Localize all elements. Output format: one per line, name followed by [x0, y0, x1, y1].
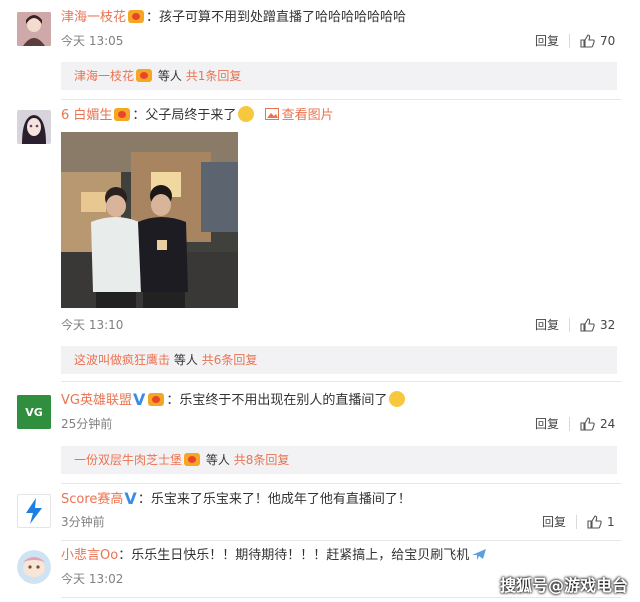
- fan-badge-icon: [128, 10, 145, 23]
- separator: [576, 515, 578, 529]
- separator: [569, 417, 571, 431]
- reply-user-link[interactable]: 津海一枝花: [74, 69, 134, 83]
- divider: [61, 540, 621, 541]
- colon: ：: [146, 10, 160, 25]
- verified-v-icon: V: [132, 390, 146, 409]
- comment-text-line: Score赛高V：乐宝来了乐宝来了！他成年了他有直播间了！: [61, 490, 411, 509]
- fan-badge-icon: [148, 393, 165, 406]
- comment-text-line: 6 白媚生 ：父子局终于来了 查看图片: [61, 106, 334, 125]
- comment-actions: 回复 70: [535, 33, 615, 49]
- reply-count-link[interactable]: 共1条回复: [186, 69, 242, 83]
- reply-button[interactable]: 回复: [535, 417, 559, 431]
- comment-actions: 回复 1: [542, 514, 615, 530]
- username-link[interactable]: 6 白媚生: [61, 108, 112, 123]
- avatar[interactable]: [17, 12, 51, 46]
- username-link[interactable]: Score赛高: [61, 492, 123, 507]
- colon: ：: [137, 492, 151, 507]
- reply-user-link[interactable]: 一份双层牛肉芝士堡: [74, 453, 182, 467]
- username-link[interactable]: VG英雄联盟: [61, 393, 132, 408]
- timestamp: 今天 13:10: [61, 318, 124, 332]
- image-icon: [264, 108, 279, 120]
- comment-actions: 回复 24: [535, 416, 615, 432]
- like-thumb-icon[interactable]: [580, 34, 595, 48]
- timestamp: 25分钟前: [61, 417, 113, 431]
- fan-badge-icon: [136, 69, 153, 82]
- reply-button[interactable]: 回复: [542, 515, 566, 529]
- timestamp: 今天 13:05: [61, 34, 124, 48]
- reply-mid-text: 等人: [173, 353, 198, 367]
- like-thumb-icon[interactable]: [580, 318, 595, 332]
- reply-count-link[interactable]: 共6条回复: [202, 353, 258, 367]
- divider: [61, 381, 621, 382]
- like-count: 32: [600, 318, 616, 332]
- reply-button[interactable]: 回复: [535, 318, 559, 332]
- timestamp: 3分钟前: [61, 515, 105, 529]
- reply-count-link[interactable]: 共8条回复: [234, 453, 290, 467]
- username-link[interactable]: 津海一枝花: [61, 10, 126, 25]
- separator: [569, 318, 571, 332]
- divider: [61, 483, 621, 484]
- comment-text: 乐宝来了乐宝来了！他成年了他有直播间了！: [150, 492, 411, 507]
- dog-emoji-icon: [389, 391, 406, 407]
- reply-summary-bar[interactable]: 津海一枝花 等人 共1条回复: [61, 62, 617, 90]
- fan-badge-icon: [184, 453, 201, 466]
- like-thumb-icon[interactable]: [580, 417, 595, 431]
- crying-emoji-icon: [238, 106, 255, 122]
- comment-text: 父子局终于来了: [145, 108, 237, 123]
- avatar[interactable]: [17, 110, 51, 144]
- reply-button[interactable]: 回复: [535, 34, 559, 48]
- avatar[interactable]: [17, 494, 51, 528]
- colon: ：: [166, 393, 180, 408]
- like-count: 70: [600, 34, 616, 48]
- verified-v-icon: V: [124, 489, 137, 508]
- separator: [569, 34, 571, 48]
- comment-text: 乐乐生日快乐！！期待期待！！！赶紧搞上，给宝贝刷飞机: [131, 548, 470, 563]
- timestamp: 今天 13:02: [61, 572, 124, 586]
- comment-photo[interactable]: [61, 132, 238, 308]
- colon: ：: [118, 548, 132, 563]
- comment-text: 孩子可算不用到处蹭直播了哈哈哈哈哈哈哈: [159, 10, 407, 25]
- watermark: 搜狐号@游戏电台: [499, 576, 628, 595]
- like-count: 24: [600, 417, 616, 431]
- like-count: 1: [607, 515, 615, 529]
- reply-summary-bar[interactable]: 这波叫做疯狂鹰击 等人 共6条回复: [61, 346, 617, 374]
- comment-text: 乐宝终于不用出现在别人的直播间了: [179, 393, 388, 408]
- view-image-label: 查看图片: [281, 108, 334, 123]
- airplane-emoji-icon: [472, 549, 487, 560]
- reply-mid-text: 等人: [157, 69, 182, 83]
- comment-text-line: 津海一枝花 ：孩子可算不用到处蹭直播了哈哈哈哈哈哈哈: [61, 9, 406, 27]
- comment-actions: 回复 32: [535, 317, 615, 333]
- reply-summary-bar[interactable]: 一份双层牛肉芝士堡 等人 共8条回复: [61, 446, 617, 474]
- divider: [61, 99, 621, 100]
- username-link[interactable]: 小悲言Oo: [61, 548, 118, 563]
- comment-text-line: 小悲言Oo：乐乐生日快乐！！期待期待！！！赶紧搞上，给宝贝刷飞机: [61, 547, 487, 565]
- avatar[interactable]: [17, 550, 51, 584]
- colon: ：: [132, 108, 146, 123]
- comment-text-line: VG英雄联盟V ：乐宝终于不用出现在别人的直播间了: [61, 390, 406, 410]
- divider: [61, 597, 621, 598]
- like-thumb-icon[interactable]: [587, 515, 602, 529]
- view-image-link[interactable]: 查看图片: [264, 108, 334, 123]
- avatar[interactable]: VG: [17, 395, 51, 429]
- reply-user-link[interactable]: 这波叫做疯狂鹰击: [74, 353, 170, 367]
- fan-badge-icon: [114, 108, 131, 121]
- reply-mid-text: 等人: [205, 453, 230, 467]
- avatar-logo-text: VG: [25, 406, 43, 419]
